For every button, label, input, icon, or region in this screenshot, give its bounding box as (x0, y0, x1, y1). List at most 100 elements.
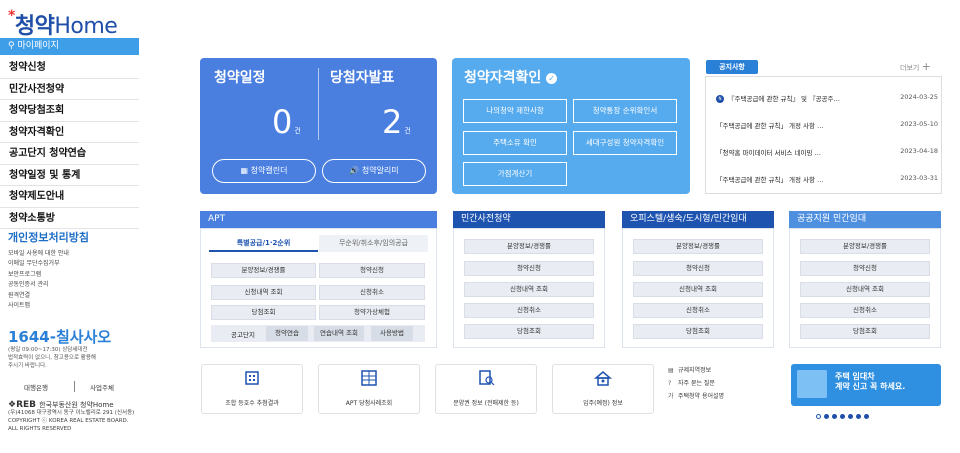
nav-item[interactable]: 민간사전청약 (0, 79, 139, 100)
apt-button[interactable]: 청약신청 (319, 263, 425, 278)
banner-line2: 계약 신고 꼭 하세요. (835, 382, 906, 391)
officetel-button[interactable]: 당첨조회 (633, 324, 763, 339)
qualify-button[interactable]: 나의청약 제한사항 (463, 99, 567, 123)
call-center-info: (평일 09:00~17:30) 상담세대전 법적효력이 없으니, 참고용으로 … (8, 346, 138, 370)
mypage-label: 마이페이지 (17, 41, 59, 51)
pagination-dot[interactable] (864, 414, 869, 419)
officetel-panel: 분양정보/경쟁률 청약신청 신청내역 조회 신청취소 당첨조회 (622, 228, 774, 348)
apt-button[interactable]: 청약가상체험 (319, 305, 425, 320)
nav-item[interactable]: 공고단지 청약연습 (0, 143, 139, 165)
promo-banner[interactable]: 주택 임대차 계약 신고 꼭 하세요. (791, 364, 941, 406)
presale-button[interactable]: 신청내역 조회 (464, 282, 594, 297)
business-entity-link[interactable]: 사업주체 (90, 382, 114, 392)
map-icon: ▤ (668, 367, 674, 374)
pagination-dot[interactable] (816, 414, 821, 419)
notice-text: 『주택공급에 관한 규칙』 및 『공공주… (728, 95, 841, 103)
mypage-link[interactable]: ⚲ 마이페이지 (0, 38, 139, 55)
apt-button[interactable]: 신청취소 (319, 285, 425, 300)
notifier-button[interactable]: 🔊 청약알리미 (322, 159, 426, 183)
notice-item[interactable]: 「주택공급에 관한 규칙」 개정 사항 … 2023-03-31 (716, 174, 938, 186)
notifier-label: 청약알리미 (361, 166, 399, 175)
footer-link[interactable]: 사이트맵 (8, 301, 138, 311)
rental-button[interactable]: 당첨조회 (800, 324, 930, 339)
notice-tab[interactable]: 공지사항 (706, 60, 758, 74)
pagination-dot[interactable] (832, 414, 837, 419)
nav-item[interactable]: 청약자격확인 (0, 122, 139, 143)
notice-date: 2024-03-25 (900, 93, 938, 101)
qualify-button[interactable]: 가점계산기 (463, 162, 567, 186)
pagination-dot[interactable] (848, 414, 853, 419)
quick-card-presale-rights[interactable]: 분양권 정보 (전매제한 등) (435, 364, 537, 414)
nav-item[interactable]: 청약일정 및 통계 (0, 165, 139, 186)
site-logo[interactable]: *청약Home (8, 8, 118, 40)
nav-item[interactable]: 청약소통방 (0, 208, 139, 229)
presale-button[interactable]: 청약신청 (464, 261, 594, 276)
reb-logo: ❖REB 한국부동산원 청약Home (8, 401, 140, 410)
quick-card-move-in[interactable]: 입주(예정) 정보 (552, 364, 654, 414)
practice-history-button[interactable]: 연습내역 조회 (314, 326, 364, 341)
officetel-button[interactable]: 신청취소 (633, 303, 763, 318)
pagination-dot[interactable] (856, 414, 861, 419)
notice-item[interactable]: N 『주택공급에 관한 규칙』 및 『공공주… 2024-03-25 (716, 93, 938, 105)
winner-count[interactable]: 2건 (382, 103, 411, 141)
qualify-button[interactable]: 청약통장 순위확인서 (573, 99, 677, 123)
officetel-button[interactable]: 청약신청 (633, 261, 763, 276)
footer-link[interactable]: 이메일 무단수집거부 (8, 259, 138, 269)
howto-button[interactable]: 사용방법 (371, 326, 413, 341)
footer-link[interactable]: 모바일 사용에 대한 안내 (8, 249, 138, 259)
footer-link[interactable]: 보안프로그램 (8, 270, 138, 280)
schedule-count[interactable]: 0건 (272, 103, 301, 141)
tab-special-supply[interactable]: 특별공급/1·2순위 (209, 235, 318, 252)
notice-item[interactable]: 「주택공급에 관한 규칙」 개정 사항 … 2023-05-10 (716, 120, 938, 132)
main-nav: 청약신청 민간사전청약 청약당첨조회 청약자격확인 공고단지 청약연습 청약일정… (0, 57, 139, 229)
quick-link-glossary[interactable]: 가 주택청약 용어설명 (668, 390, 780, 403)
pagination-dot[interactable] (840, 414, 845, 419)
nav-item[interactable]: 청약당첨조회 (0, 100, 139, 122)
question-icon: ? (668, 380, 672, 387)
quick-card-apt-cases[interactable]: APT 당첨사례조회 (318, 364, 420, 414)
banner-text: 주택 임대차 계약 신고 꼭 하세요. (835, 372, 905, 392)
nav-item[interactable]: 청약신청 (0, 57, 139, 79)
quick-card-lottery[interactable]: 조합 등호수 추첨결과 (201, 364, 303, 414)
calendar-icon: ▦ (240, 166, 251, 175)
calendar-label: 청약캘린더 (250, 166, 288, 175)
rental-button[interactable]: 신청취소 (800, 303, 930, 318)
officetel-button[interactable]: 분양정보/경쟁률 (633, 239, 763, 254)
rental-button[interactable]: 분양정보/경쟁률 (800, 239, 930, 254)
privacy-policy-link[interactable]: 개인정보처리방침 (8, 229, 138, 245)
rental-panel: 분양정보/경쟁률 청약신청 신청내역 조회 신청취소 당첨조회 (789, 228, 941, 348)
footer-link[interactable]: 원격연결 (8, 291, 138, 301)
more-link[interactable]: 더보기 + (900, 60, 931, 73)
notice-list: N 『주택공급에 관한 규칙』 및 『공공주… 2024-03-25 「주택공급에… (705, 76, 942, 194)
banner-illustration (797, 370, 827, 398)
qualify-button[interactable]: 주택소유 확인 (463, 131, 567, 155)
apt-button[interactable]: 신청내역 조회 (211, 285, 316, 300)
notice-item[interactable]: 「청약홈 마이데이터 서비스 네이밍 … 2023-04-18 (716, 147, 938, 159)
quick-link-faq[interactable]: ? 자주 묻는 질문 (668, 377, 780, 390)
pagination-dot[interactable] (824, 414, 829, 419)
apt-button[interactable]: 당첨조회 (211, 305, 316, 320)
footer-address: (우)41068 대구광역시 동구 이노밸리로 291 (신서동) (8, 410, 135, 416)
agent-bank-link[interactable]: 대행은행 (24, 382, 48, 392)
tab-no-rank[interactable]: 무순위/취소후/임의공급 (319, 235, 428, 252)
qualify-button[interactable]: 세대구성원 청약자격확인 (573, 131, 677, 155)
rental-button[interactable]: 신청내역 조회 (800, 282, 930, 297)
quick-card-label: APT 당첨사례조회 (345, 400, 393, 407)
calendar-button[interactable]: ▦ 청약캘린더 (212, 159, 316, 183)
schedule-count-value: 0 (272, 103, 293, 141)
presale-button[interactable]: 분양정보/경쟁률 (464, 239, 594, 254)
practice-bar: 공고단지 청약연습 연습내역 조회 사용방법 (211, 325, 425, 342)
quick-link-regulation[interactable]: ▤ 규제지역정보 (668, 364, 780, 377)
winner-title: 당첨자발표 (330, 70, 395, 86)
presale-button[interactable]: 당첨조회 (464, 324, 594, 339)
presale-button[interactable]: 신청취소 (464, 303, 594, 318)
document-search-icon (479, 370, 495, 386)
footer-link[interactable]: 공동인증서 관리 (8, 280, 138, 290)
nav-item[interactable]: 청약제도안내 (0, 186, 139, 208)
speaker-icon: 🔊 (349, 166, 362, 175)
officetel-button[interactable]: 신청내역 조회 (633, 282, 763, 297)
sidebar: *청약Home ⚲ 마이페이지 청약신청 민간사전청약 청약당첨조회 청약자격확… (0, 0, 140, 453)
rental-button[interactable]: 청약신청 (800, 261, 930, 276)
practice-button[interactable]: 청약연습 (266, 326, 308, 341)
apt-button[interactable]: 분양정보/경쟁률 (211, 263, 316, 278)
